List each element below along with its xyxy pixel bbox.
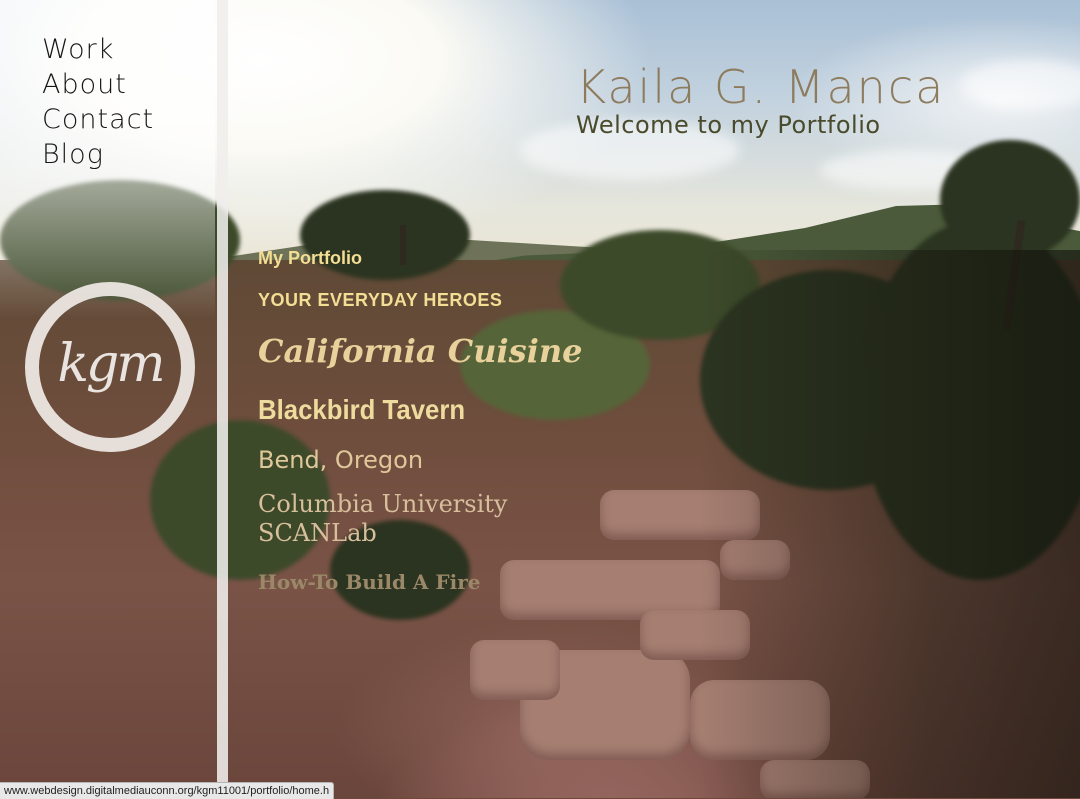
nav-contact-link[interactable]: Contact: [42, 102, 154, 137]
bend-oregon-link[interactable]: Bend, Oregon: [258, 446, 423, 474]
shadow-overlay: [700, 250, 1080, 798]
rock: [470, 640, 560, 700]
tree: [940, 140, 1080, 260]
columbia-link-line1: Columbia University: [258, 490, 508, 518]
browser-status-url: www.webdesign.digitalmediauconn.org/kgm1…: [0, 782, 335, 799]
kgm-logo[interactable]: kgm: [25, 282, 195, 452]
main-nav: Work About Contact Blog: [42, 32, 154, 172]
site-subtitle: Welcome to my Portfolio: [576, 111, 881, 139]
my-portfolio-link[interactable]: My Portfolio: [258, 248, 362, 269]
columbia-link-line2: SCANLab: [258, 519, 377, 547]
logo-monogram: kgm: [57, 334, 165, 394]
blackbird-tavern-link[interactable]: Blackbird Tavern: [258, 394, 465, 426]
build-fire-link[interactable]: How-To Build A Fire: [258, 570, 480, 594]
nav-blog-link[interactable]: Blog: [42, 137, 154, 172]
site-title: Kaila G. Manca: [576, 60, 946, 114]
columbia-scanlab-link[interactable]: Columbia University SCANLab: [258, 490, 507, 548]
tree-trunk: [400, 225, 406, 265]
nav-about-link[interactable]: About: [42, 67, 154, 102]
nav-work-link[interactable]: Work: [42, 32, 154, 67]
california-cuisine-link[interactable]: California Cuisine: [258, 332, 582, 370]
everyday-heroes-link[interactable]: YOUR EVERYDAY HEROES: [258, 290, 502, 311]
vertical-divider: [217, 0, 228, 798]
